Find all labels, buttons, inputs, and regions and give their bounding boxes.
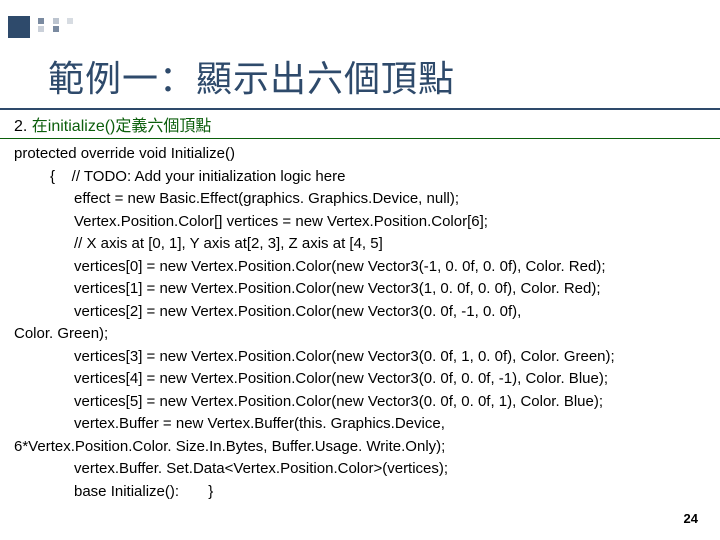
- code-line: // X axis at [0, 1], Y axis at[2, 3], Z …: [14, 233, 706, 256]
- code-line: effect = new Basic.Effect(graphics. Grap…: [14, 188, 706, 211]
- code-line: vertices[3] = new Vertex.Position.Color(…: [14, 346, 706, 369]
- section-subtitle: 2. 在initialize()定義六個頂點: [0, 108, 720, 139]
- code-line: vertex.Buffer = new Vertex.Buffer(this. …: [14, 413, 706, 436]
- code-line: vertices[5] = new Vertex.Position.Color(…: [14, 391, 706, 414]
- code-line: vertices[0] = new Vertex.Position.Color(…: [14, 256, 706, 279]
- subtitle-text: 在initialize()定義六個頂點: [32, 118, 212, 135]
- code-line: vertices[2] = new Vertex.Position.Color(…: [14, 301, 706, 324]
- code-line: { // TODO: Add your initialization logic…: [14, 166, 706, 189]
- code-line: Vertex.Position.Color[] vertices = new V…: [14, 211, 706, 234]
- code-line: vertex.Buffer. Set.Data<Vertex.Position.…: [14, 458, 706, 481]
- code-line: vertices[1] = new Vertex.Position.Color(…: [14, 278, 706, 301]
- code-line: base Initialize(): }: [14, 481, 706, 504]
- code-block: protected override void Initialize() { /…: [0, 139, 720, 503]
- code-line: protected override void Initialize(): [14, 143, 706, 166]
- subtitle-number: 2.: [14, 118, 32, 135]
- code-line: Color. Green);: [14, 323, 706, 346]
- page-number: 24: [684, 511, 698, 526]
- code-line: 6*Vertex.Position.Color. Size.In.Bytes, …: [14, 436, 706, 459]
- title-area: 範例一：顯示出六個頂點: [0, 14, 720, 110]
- code-line: vertices[4] = new Vertex.Position.Color(…: [14, 368, 706, 391]
- slide-title: 範例一：顯示出六個頂點: [0, 14, 720, 108]
